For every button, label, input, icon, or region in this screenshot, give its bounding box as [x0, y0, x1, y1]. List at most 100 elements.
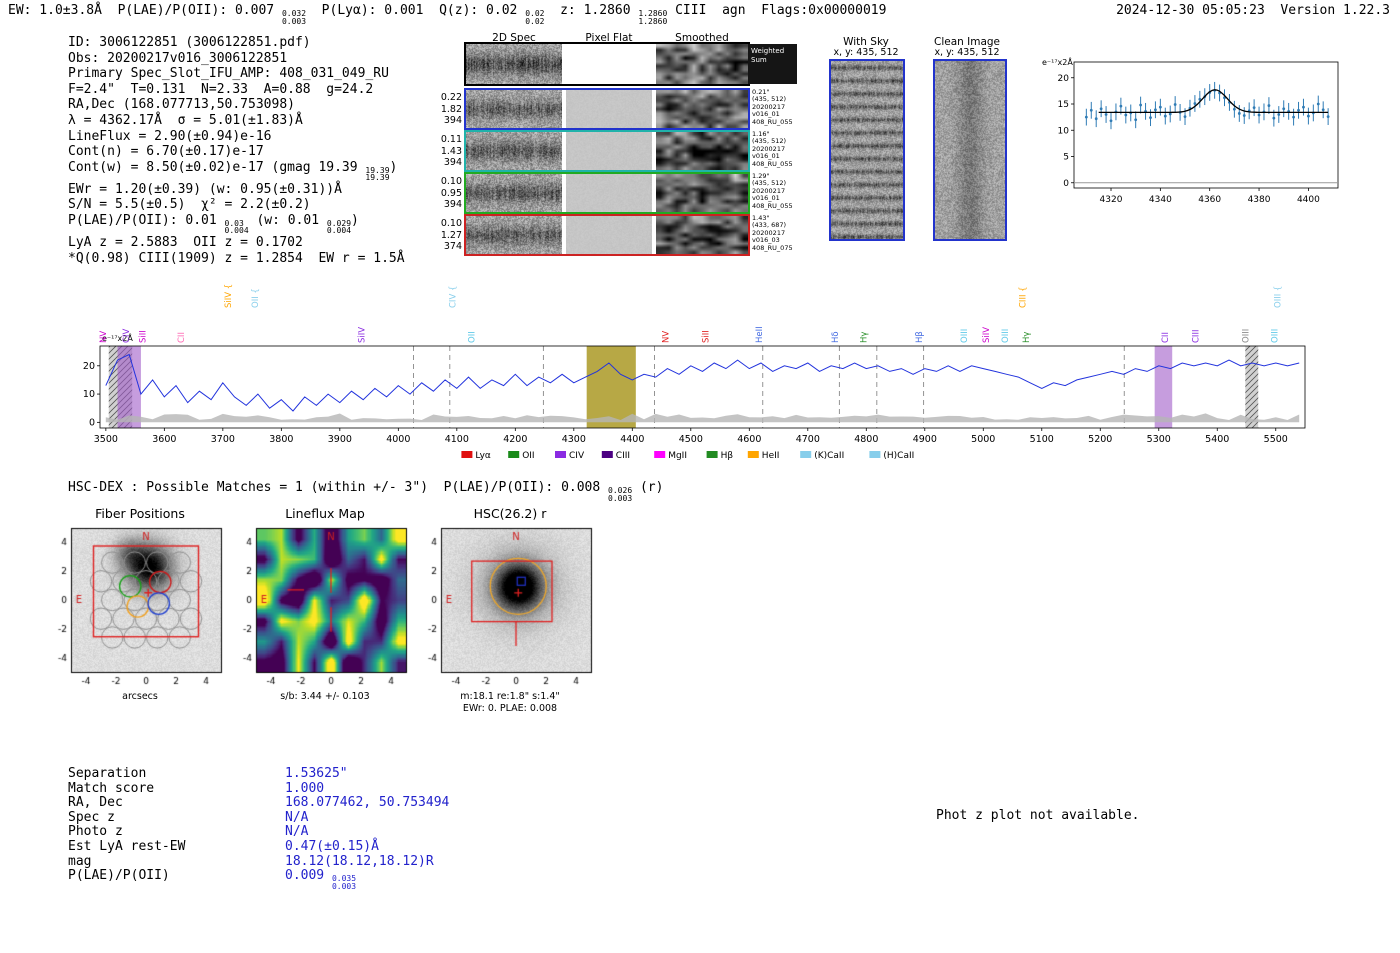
- lineflux-map-image: [230, 524, 420, 690]
- info-line: EWr = 1.20(±0.39) (w: 0.95(±0.31))Å: [68, 181, 342, 197]
- match-table-value: N/A: [285, 824, 309, 840]
- emission-line-label: NV: [99, 331, 109, 343]
- emission-line-label: OII: [467, 331, 477, 343]
- fiber-positions-image: [45, 524, 235, 690]
- fiber-positions-title: Fiber Positions: [95, 506, 185, 521]
- match-table-label: Separation: [68, 766, 147, 781]
- svg-text:0: 0: [1063, 179, 1069, 189]
- emission-line-label: CIII {: [1018, 286, 1028, 308]
- legend-label: Lyα: [475, 451, 491, 461]
- svg-text:5: 5: [1063, 153, 1069, 163]
- match-table-label: Spec z: [68, 809, 115, 825]
- emission-line-label: OII {: [251, 288, 261, 308]
- info-line: Obs: 20200217v016_3006122851: [68, 50, 288, 66]
- svg-text:10: 10: [1058, 126, 1070, 136]
- info-line: Cont(w) = 8.50(±0.02)e-17 (gmag 19.39 19…: [68, 159, 398, 183]
- twod-strip-smooth: [656, 216, 748, 254]
- hsc-cutout-title: HSC(26.2) r: [473, 506, 547, 521]
- match-table-row: Match score 1.000: [68, 781, 449, 796]
- match-table-row: mag 18.12(18.12,18.12)R: [68, 854, 449, 869]
- match-table-label: mag: [68, 853, 92, 869]
- emission-line-label: SiII: [701, 330, 711, 343]
- svg-text:4340: 4340: [1149, 195, 1172, 205]
- legend-swatch: [555, 451, 566, 458]
- twod-col-header-2dspec: 2D Spec: [492, 32, 536, 44]
- svg-text:0: 0: [89, 417, 95, 428]
- info-line: Primary Spec_Slot_IFU_AMP: 408_031_049_R…: [68, 66, 389, 82]
- emission-line-label: SiII: [139, 330, 149, 343]
- svg-text:20: 20: [83, 361, 95, 372]
- match-table-value: N/A: [285, 809, 309, 825]
- legend-swatch: [869, 451, 881, 458]
- svg-text:4300: 4300: [562, 434, 586, 445]
- svg-text:5200: 5200: [1088, 434, 1112, 445]
- emission-line-label: Hδ: [831, 331, 841, 343]
- twod-strip-spec: [466, 90, 562, 128]
- match-table-value: 18.12(18.12,18.12)R: [285, 853, 434, 869]
- twod-strip-flat: [566, 174, 652, 212]
- twod-row-left-values: 0.22 1.82 394: [440, 92, 462, 126]
- svg-text:4100: 4100: [445, 434, 469, 445]
- twod-strip-spec: [466, 174, 562, 212]
- legend-label: Hβ: [721, 451, 734, 461]
- twod-row-annotation: 1.29" (435, 512) 20200217 v016_01 408_RU_055: [752, 172, 793, 210]
- svg-text:3800: 3800: [269, 434, 293, 445]
- emission-line-label: OIII {: [1273, 286, 1283, 308]
- legend-swatch: [706, 451, 718, 458]
- twod-row-left-values: 0.11 1.43 394: [440, 134, 462, 168]
- match-table-value: 0.47(±0.15)Å: [285, 838, 379, 854]
- twod-row-annotation: 0.21" (435, 512) 20200217 v016_01 408_RU_055: [752, 88, 793, 126]
- emission-line-label: Hγ: [859, 332, 869, 343]
- svg-text:4500: 4500: [679, 434, 703, 445]
- emission-line-label: NV: [662, 331, 672, 343]
- full-spectrum-chart: 0 10 20 3500 3600 3700 3800 3900 4000 4100 4200 430…: [80, 262, 1320, 478]
- info-line: S/N = 5.5(±0.5) χ² = 2.2(±0.2): [68, 197, 311, 213]
- match-table-row: Photo z N/A: [68, 824, 449, 839]
- weighted-sum-line1: Weighted: [751, 47, 785, 55]
- info-line: ID: 3006122851 (3006122851.pdf): [68, 35, 311, 50]
- match-table: Separation 1.53625" Match score 1.000 RA, De…: [68, 766, 450, 890]
- fiber-positions-panel: Fiber Positions arcsecs: [40, 506, 240, 702]
- legend-label: MgII: [668, 451, 687, 461]
- legend-label: (K)CaII: [814, 451, 844, 461]
- emission-line-label: SiIV: [357, 327, 367, 343]
- svg-text:15: 15: [1058, 100, 1069, 110]
- emission-line-label: CIV: [122, 329, 132, 343]
- twod-strip-smooth: [656, 174, 748, 212]
- emission-line-label: CII: [1161, 332, 1171, 343]
- info-line: RA,Dec (168.077713,50.753098): [68, 97, 295, 113]
- svg-text:3500: 3500: [94, 434, 118, 445]
- legend-swatch: [508, 451, 520, 458]
- svg-text:4380: 4380: [1248, 195, 1271, 205]
- svg-text:4320: 4320: [1100, 195, 1123, 205]
- twod-strip-flat: [566, 90, 652, 128]
- legend-label: HeII: [762, 451, 780, 461]
- info-line: LyA z = 2.5883 OII z = 0.1702: [68, 234, 303, 250]
- match-table-value: 168.077462, 50.753494: [285, 795, 450, 811]
- svg-text:4800: 4800: [854, 434, 878, 445]
- twod-strip-flat: [566, 132, 652, 170]
- lineflux-map-xlabel: s/b: 3.44 +/- 0.103: [280, 691, 370, 702]
- legend-label: CIV: [569, 451, 585, 461]
- weighted-sum-label: Weighted Sum: [748, 44, 797, 84]
- hsc-cutout-image: [415, 524, 605, 690]
- header-summary: EW: 1.0±3.8Å P(LAE)/P(OII): 0.007 0.032 0…: [8, 3, 887, 26]
- emission-line-label: OIII: [1001, 329, 1011, 343]
- emission-line-label: Hγ: [1022, 332, 1032, 343]
- twod-strip-spec: [466, 132, 562, 170]
- hsc-dex-line: HSC-DEX : Possible Matches = 1 (within +…: [68, 480, 664, 503]
- info-line: LineFlux = 2.90(±0.94)e-16: [68, 128, 272, 144]
- svg-text:4000: 4000: [386, 434, 410, 445]
- legend-label: OII: [522, 451, 534, 461]
- legend-swatch: [800, 451, 812, 458]
- legend-swatch: [747, 451, 759, 458]
- info-line: λ = 4362.17Å σ = 5.01(±1.83)Å: [68, 112, 303, 128]
- match-table-label: Match score: [68, 780, 155, 796]
- emission-line-label: CIII: [1192, 330, 1202, 343]
- info-block: ID: 3006122851 (3006122851.pdf) Obs: 2020…: [68, 35, 405, 266]
- legend-label: (H)CaII: [883, 451, 914, 461]
- twod-strip-smooth: [656, 132, 748, 170]
- emission-line-label: OIII: [960, 329, 970, 343]
- info-line: F=2.4" T=0.131 N=2.33 A=0.88 g=24.2: [68, 81, 374, 97]
- info-line: P(LAE)/P(OII): 0.01 0.03 0.004 (w: 0.01 0…: [68, 212, 359, 236]
